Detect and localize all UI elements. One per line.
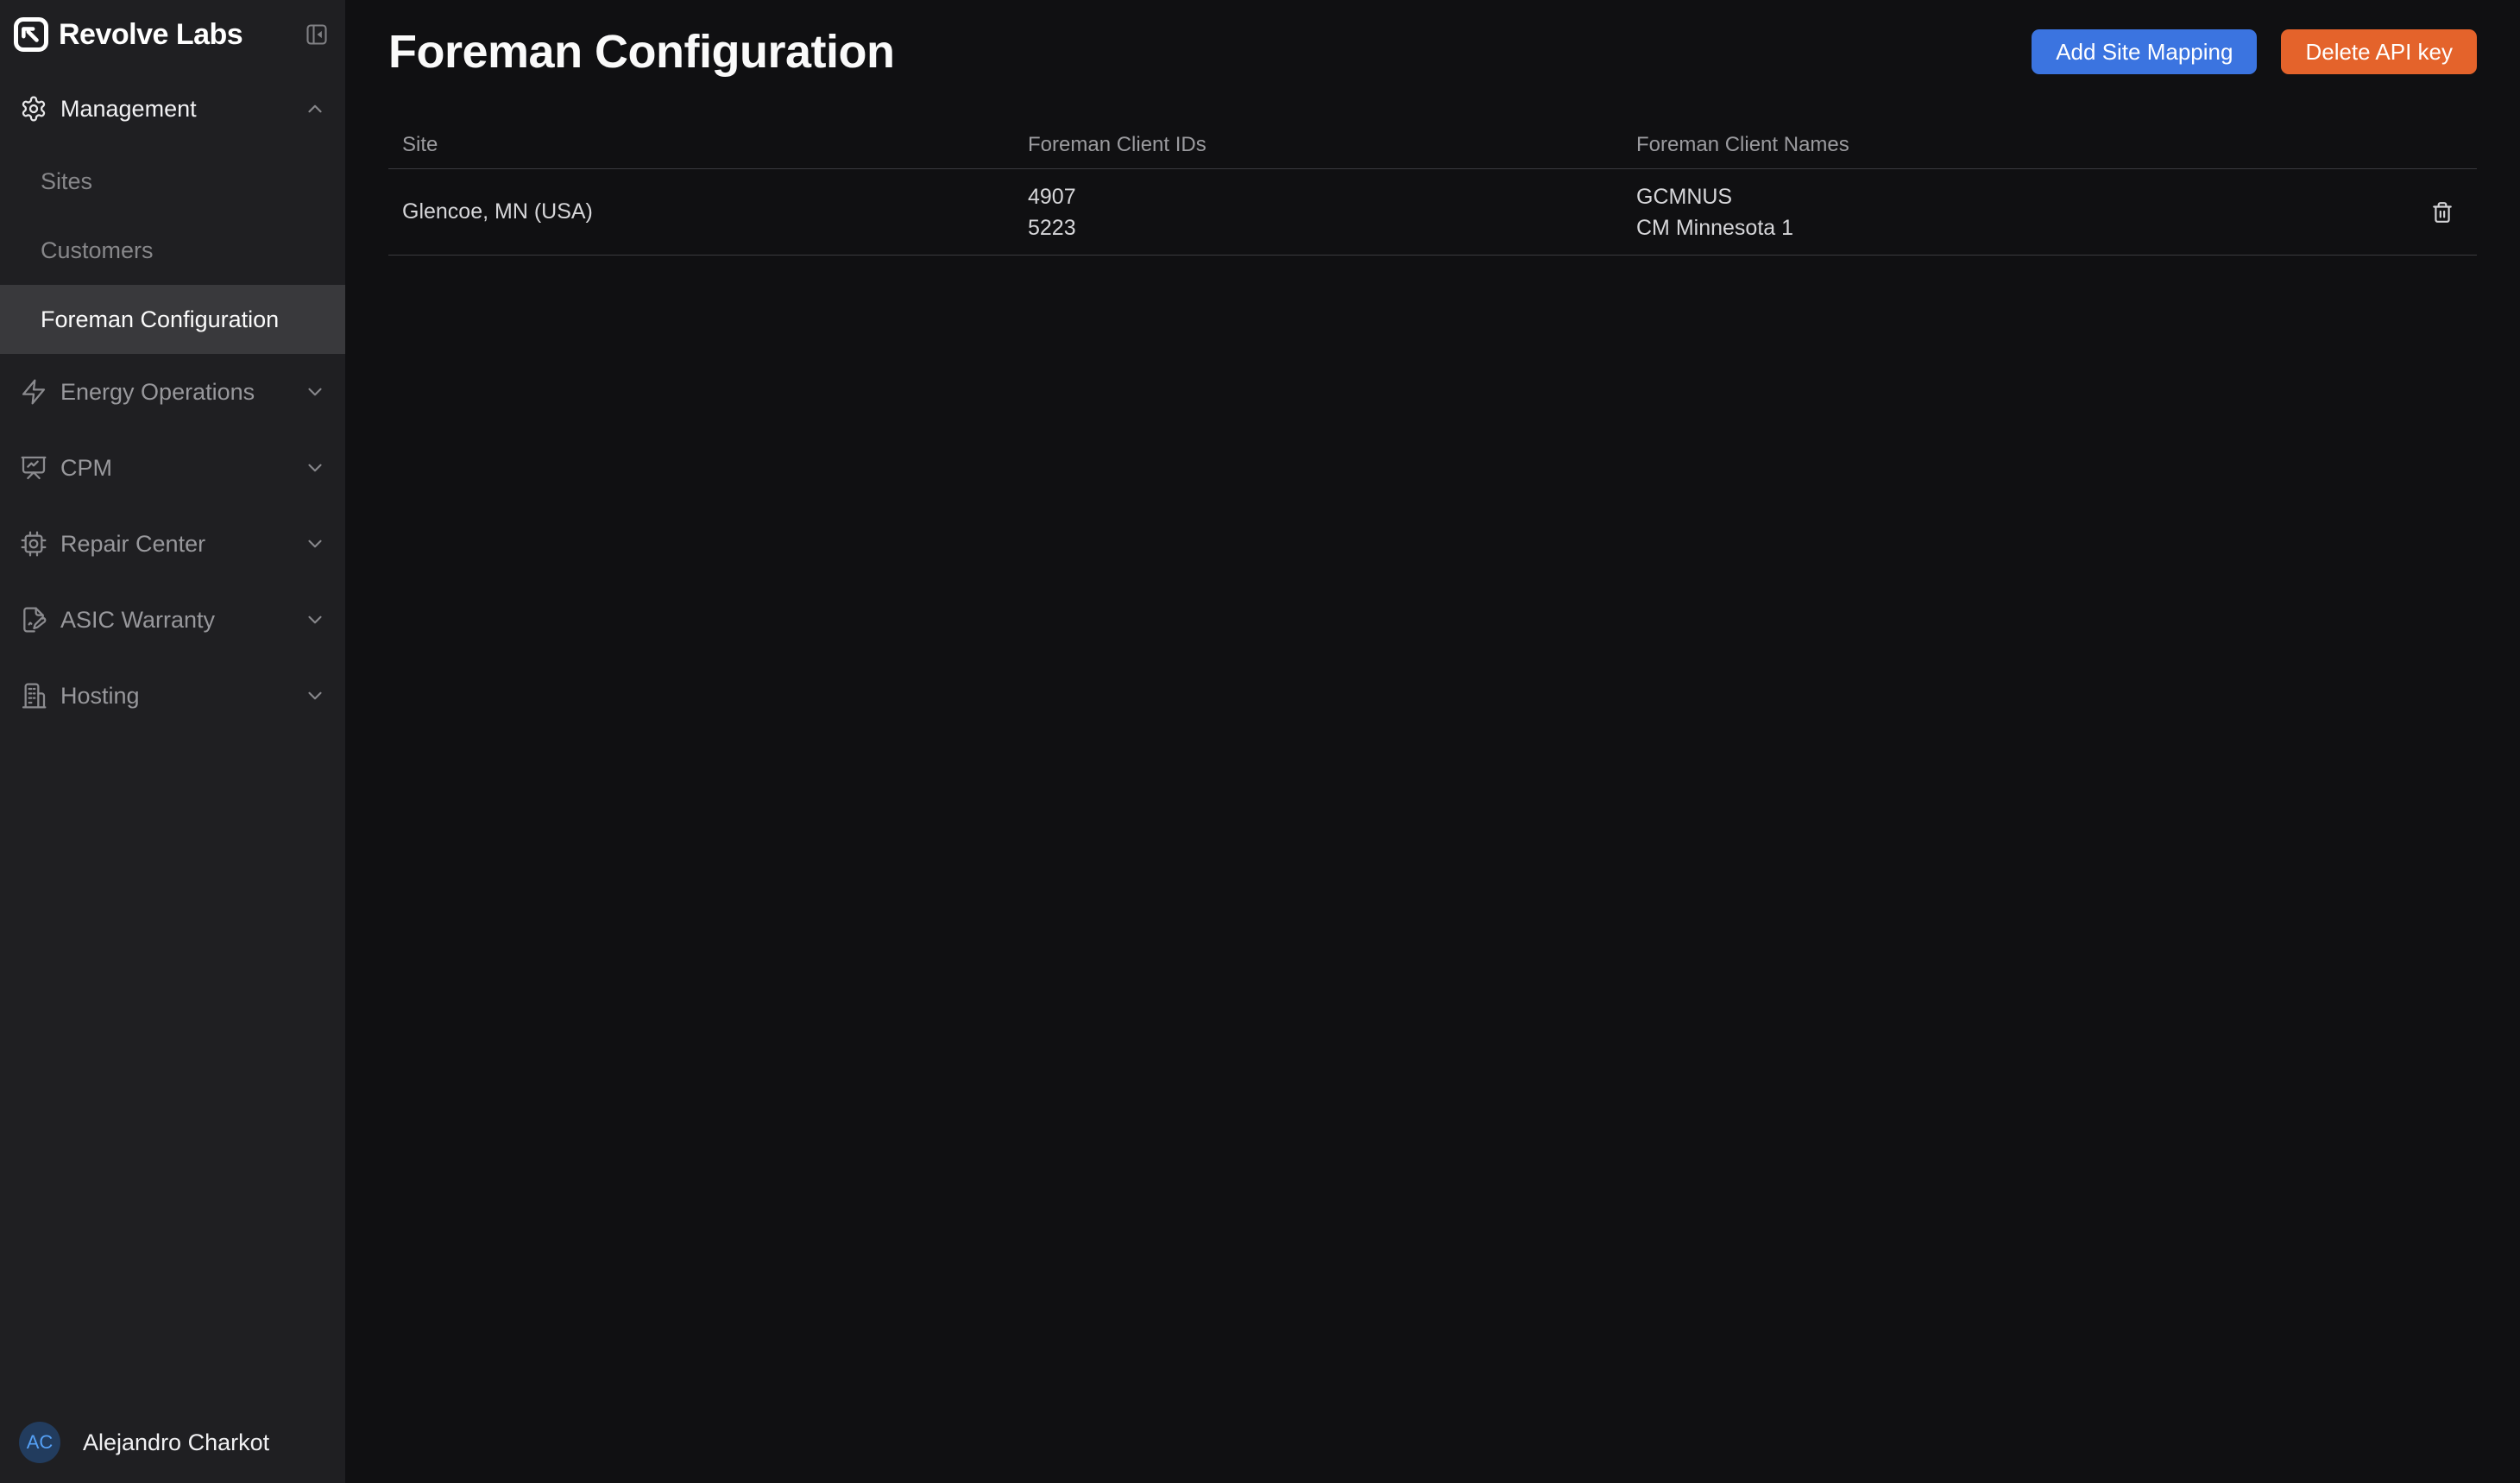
avatar: AC (19, 1422, 60, 1463)
foreman-mapping-table: Site Foreman Client IDs Foreman Client N… (388, 121, 2477, 256)
row-actions-cell (2408, 195, 2477, 230)
revolve-labs-logo-icon (14, 17, 48, 52)
trash-icon (2431, 201, 2454, 224)
main-content: Foreman Configuration Add Site Mapping D… (345, 0, 2520, 1483)
file-pen-icon (19, 605, 48, 634)
sidebar-item-label: Repair Center (60, 530, 206, 557)
user-name: Alejandro Charkot (83, 1429, 270, 1455)
table-header-row: Site Foreman Client IDs Foreman Client N… (388, 121, 2477, 169)
brand-name: Revolve Labs (59, 17, 243, 51)
sidebar-item-customers[interactable]: Customers (0, 216, 345, 285)
user-menu[interactable]: AC Alejandro Charkot (0, 1402, 345, 1483)
add-site-mapping-button[interactable]: Add Site Mapping (2032, 29, 2258, 74)
sidebar-item-label: Management (60, 95, 197, 122)
chevron-down-icon (304, 685, 326, 707)
sidebar-item-label: ASIC Warranty (60, 606, 216, 633)
column-header-client-names: Foreman Client Names (1636, 132, 1849, 156)
sidebar-item-asic-warranty[interactable]: ASIC Warranty (0, 582, 345, 658)
app-root: Revolve Labs Management Sites Customers … (0, 0, 2520, 1483)
building-icon (19, 681, 48, 710)
page-title: Foreman Configuration (388, 26, 895, 78)
table-row: Glencoe, MN (USA) 4907 5223 GCMNUS CM Mi… (388, 169, 2477, 256)
sidebar-item-hosting[interactable]: Hosting (0, 658, 345, 734)
delete-row-button[interactable] (2425, 195, 2460, 230)
zap-icon (19, 377, 48, 407)
sidebar-item-management[interactable]: Management (0, 71, 345, 147)
cpu-icon (19, 529, 48, 558)
gear-icon (19, 94, 48, 123)
chevron-down-icon (304, 381, 326, 403)
chevron-down-icon (304, 609, 326, 631)
header-actions: Add Site Mapping Delete API key (2032, 29, 2477, 74)
sidebar-item-cpm[interactable]: CPM (0, 430, 345, 506)
brand-row: Revolve Labs (0, 0, 345, 71)
column-header-site: Site (402, 132, 438, 156)
presentation-chart-icon (19, 453, 48, 483)
delete-api-key-button[interactable]: Delete API key (2281, 29, 2477, 74)
chevron-down-icon (304, 533, 326, 555)
sidebar-item-sites[interactable]: Sites (0, 147, 345, 216)
sidebar-item-label: Energy Operations (60, 378, 255, 405)
sidebar-item-energy-operations[interactable]: Energy Operations (0, 354, 345, 430)
client-ids-cell: 4907 5223 (1014, 181, 1622, 243)
client-id: 5223 (1028, 215, 1076, 240)
site-cell: Glencoe, MN (USA) (402, 199, 593, 224)
client-names-cell: GCMNUS CM Minnesota 1 (1622, 181, 2408, 243)
sidebar: Revolve Labs Management Sites Customers … (0, 0, 345, 1483)
page-header: Foreman Configuration Add Site Mapping D… (388, 24, 2477, 79)
sidebar-item-label: Hosting (60, 682, 140, 709)
chevron-down-icon (304, 457, 326, 479)
column-header-client-ids: Foreman Client IDs (1028, 132, 1206, 156)
chevron-up-icon (304, 98, 326, 120)
sidebar-item-repair-center[interactable]: Repair Center (0, 506, 345, 582)
sidebar-nav: Management Sites Customers Foreman Confi… (0, 71, 345, 1402)
client-name: CM Minnesota 1 (1636, 215, 1794, 240)
client-name: GCMNUS (1636, 184, 1733, 209)
sidebar-item-label: CPM (60, 454, 112, 481)
client-id: 4907 (1028, 184, 1076, 209)
sidebar-item-foreman-configuration[interactable]: Foreman Configuration (0, 285, 345, 354)
panel-collapse-icon[interactable] (304, 22, 330, 47)
